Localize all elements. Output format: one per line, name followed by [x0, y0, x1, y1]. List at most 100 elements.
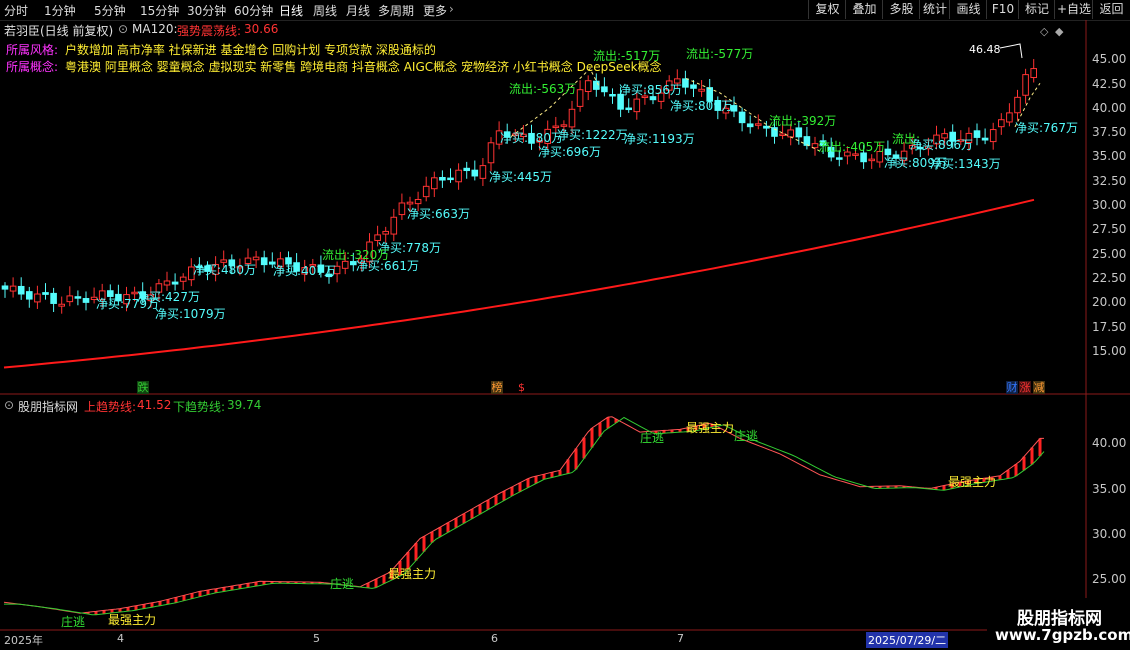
event-marker-finance[interactable]: 财	[1006, 381, 1018, 394]
candle-body	[576, 89, 584, 107]
candle-body	[584, 80, 592, 93]
tab-30min[interactable]: 30分钟	[187, 2, 226, 19]
flow-annotation: 净买:1343万	[930, 157, 1001, 171]
style-value: 户数增加 高市净率 社保新进 基金增仓 回购计划 专项贷款 深股通标的	[65, 43, 436, 57]
price-axis-tick: 42.50	[1092, 77, 1127, 91]
flow-annotation: 净买:896万	[910, 138, 973, 152]
tab-5min[interactable]: 5分钟	[94, 2, 126, 19]
add-watchlist-button[interactable]: +自选	[1054, 0, 1093, 19]
tab-1min[interactable]: 1分钟	[44, 2, 76, 19]
overlay-button[interactable]: 叠加	[845, 0, 883, 19]
signal-label: 庄逃	[61, 615, 86, 629]
flow-annotation: 流出:-577万	[686, 47, 754, 61]
price-axis-tick: 35.00	[1092, 149, 1127, 163]
candle-body	[431, 177, 438, 190]
event-marker-list[interactable]: 榜	[491, 381, 503, 394]
price-axis-tick: 15.00	[1092, 344, 1127, 358]
price-axis-tick: 30.00	[1092, 198, 1127, 212]
signal-label: 最强主力	[388, 567, 437, 581]
candle-body	[252, 256, 260, 261]
signal-label: 最强主力	[948, 475, 997, 489]
f10-button[interactable]: F10	[986, 0, 1019, 19]
event-marker-rise[interactable]: 涨	[1019, 381, 1031, 394]
candle-body	[34, 293, 41, 303]
date-axis-tick: 6	[491, 632, 498, 645]
indicator-collapse-icon[interactable]: ⊙	[4, 398, 14, 412]
multi-stock-button[interactable]: 多股	[882, 0, 920, 19]
collapse-icon[interactable]: ⊙	[118, 22, 128, 36]
flow-annotation: 流出:-405万	[818, 140, 886, 154]
candle-body	[58, 303, 66, 307]
candle-body	[803, 136, 811, 146]
flow-annotation: 净买:445万	[489, 170, 552, 184]
flow-annotation: 净买:1079万	[155, 307, 226, 321]
max-price-label: 46.48	[969, 43, 1001, 56]
back-button[interactable]: 返回	[1092, 0, 1130, 19]
candle-body	[463, 167, 470, 172]
candle-body	[414, 198, 422, 205]
flow-annotation: 净买:767万	[1015, 121, 1078, 135]
candle-body	[795, 127, 803, 138]
fuquan-button[interactable]: 复权	[808, 0, 846, 19]
candle-body	[439, 176, 446, 181]
signal-label: 庄逃	[640, 431, 665, 445]
tab-more[interactable]: 更多	[423, 2, 447, 19]
candle-body	[973, 130, 981, 138]
candle-body	[746, 123, 754, 128]
candle-body	[1014, 96, 1021, 114]
tab-monthly[interactable]: 月线	[346, 2, 370, 19]
watermark: 股朋指标网 www.7gpzb.com	[987, 598, 1130, 650]
candle-body	[1006, 112, 1013, 123]
candle-body	[755, 123, 762, 126]
flow-annotation: 净买:661万	[356, 259, 419, 273]
candle-body	[625, 107, 633, 111]
price-axis-tick: 17.50	[1092, 320, 1127, 334]
mark-button[interactable]: 标记	[1018, 0, 1055, 19]
flow-annotation: 流出:-563万	[509, 82, 577, 96]
candle-body	[479, 165, 487, 179]
price-axis-tick: 37.50	[1092, 125, 1127, 139]
diamond-icon[interactable]: ◇	[1040, 25, 1048, 38]
candle-body	[1022, 74, 1029, 96]
tab-60min[interactable]: 60分钟	[234, 2, 273, 19]
flow-annotation: 流出:-517万	[593, 49, 661, 63]
candle-body	[382, 230, 389, 235]
draw-button[interactable]: 画线	[949, 0, 987, 19]
ma120-label: MA120:	[132, 22, 178, 36]
candle-body	[471, 169, 479, 177]
candle-body	[811, 143, 819, 149]
flow-annotation: 净买:809万	[670, 99, 733, 113]
indicator-axis-tick: 35.00	[1092, 482, 1127, 496]
tab-15min[interactable]: 15分钟	[140, 2, 179, 19]
signal-label: 庄逃	[330, 577, 355, 591]
stats-button[interactable]: 统计	[919, 0, 950, 19]
price-axis-tick: 32.50	[1092, 174, 1127, 188]
tab-intraday[interactable]: 分时	[4, 2, 28, 19]
event-marker-fall[interactable]: 跌	[137, 381, 149, 394]
tab-multi-period[interactable]: 多周期	[378, 2, 414, 19]
candle-body	[698, 88, 705, 92]
style-label: 所属风格:	[6, 43, 59, 57]
price-axis-tick: 25.00	[1092, 247, 1127, 261]
indicator-axis-tick: 25.00	[1092, 572, 1127, 586]
candle-body	[836, 157, 843, 160]
date-axis-tick: 5	[313, 632, 320, 645]
trend-value: 30.66	[244, 22, 279, 36]
candle-body	[455, 169, 462, 183]
chevron-right-icon[interactable]: ›	[449, 2, 454, 16]
down-trend-label: 下趋势线:	[173, 400, 226, 414]
candle-body	[171, 281, 179, 285]
tab-daily[interactable]: 日线	[279, 2, 303, 19]
watermark-url: www.7gpzb.com	[995, 626, 1130, 644]
tab-weekly[interactable]: 周线	[313, 2, 337, 19]
event-marker-reduce[interactable]: 减	[1033, 381, 1045, 394]
kline-chart[interactable]	[0, 20, 1130, 650]
flow-annotation: 净买:580万	[500, 131, 563, 145]
concept-value: 粤港澳 阿里概念 婴童概念 虚拟现实 新零售 跨境电商 抖音概念 AIGC概念 …	[65, 60, 662, 74]
down-trend-value: 39.74	[227, 398, 262, 412]
event-marker-dollar[interactable]: $	[518, 381, 525, 394]
flow-annotation: 净买:663万	[407, 207, 470, 221]
settings-diamond-icon[interactable]: ◆	[1055, 25, 1063, 38]
stock-title: 若羽臣(日线 前复权)	[4, 24, 114, 38]
candle-body	[50, 292, 57, 304]
